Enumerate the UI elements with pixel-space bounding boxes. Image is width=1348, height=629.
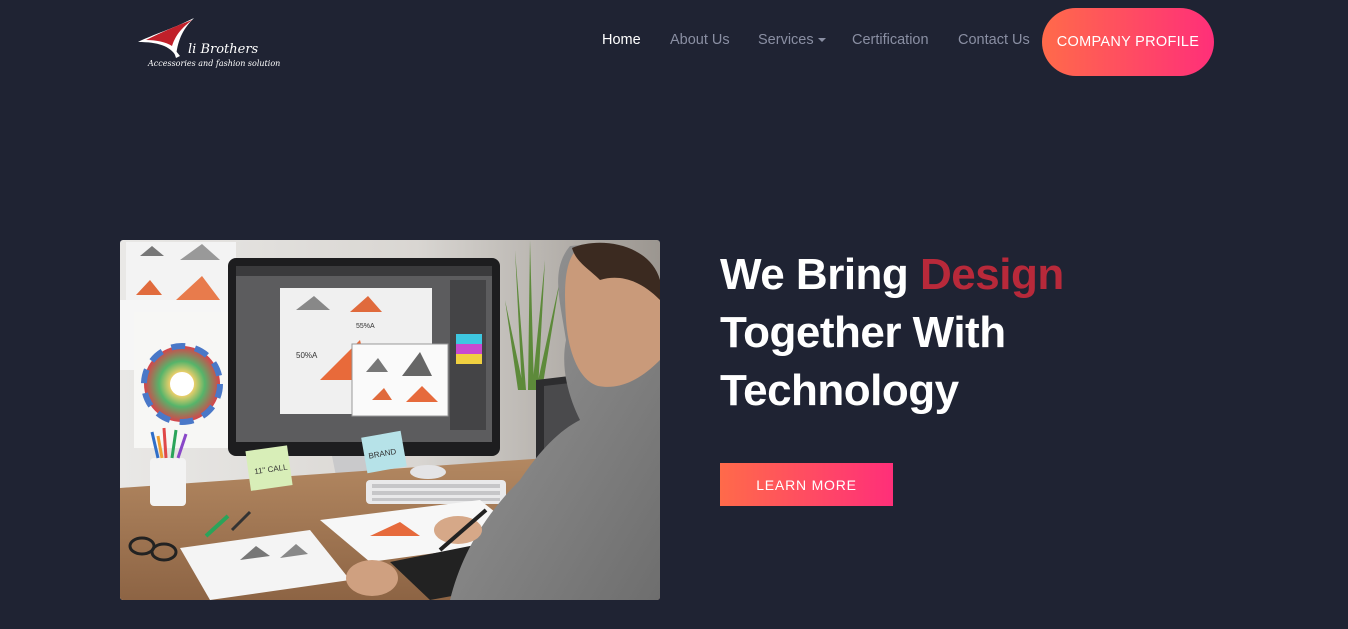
nav-item-certification[interactable]: Certification	[852, 32, 929, 48]
hero-headline: We Bring Design Together With Technology	[720, 246, 1140, 420]
chevron-down-icon	[817, 38, 826, 43]
headline-accent: Design	[920, 250, 1064, 299]
image-label-50: 50%A	[296, 351, 318, 360]
headline-part1: We Bring	[720, 250, 921, 299]
nav-item-services-label: Services	[758, 32, 814, 48]
image-label-55: 55%A	[356, 323, 375, 330]
nav-item-contact-us[interactable]: Contact Us	[958, 32, 1030, 48]
learn-more-button[interactable]: LEARN MORE	[720, 463, 893, 506]
brand-name: li Brothers	[188, 42, 259, 57]
brand-logo[interactable]: li Brothers Accessories and fashion solu…	[136, 16, 280, 74]
nav-item-services[interactable]: Services	[758, 32, 826, 48]
headline-line2: Together With	[720, 308, 1006, 357]
brand-tagline: Accessories and fashion solution	[148, 59, 281, 68]
hero-image: 50%A 55%A 11" CALL BRAND	[120, 240, 660, 600]
company-profile-button[interactable]: COMPANY PROFILE	[1042, 8, 1214, 76]
nav-item-about-us[interactable]: About Us	[670, 32, 730, 48]
page: li Brothers Accessories and fashion solu…	[0, 0, 1348, 629]
nav-item-home[interactable]: Home	[602, 32, 641, 48]
headline-line3: Technology	[720, 366, 959, 415]
